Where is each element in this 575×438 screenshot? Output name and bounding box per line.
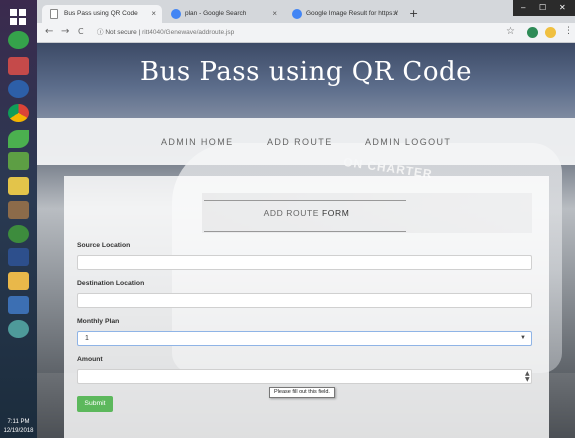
hs-icon[interactable] [8, 225, 29, 243]
start-icon[interactable] [10, 9, 26, 25]
amount-label: Amount [77, 356, 103, 363]
heading-rule-top [204, 200, 406, 201]
close-tab-icon[interactable]: × [272, 5, 277, 23]
url-text: ritt4040/Genewave/addroute.jsp [142, 29, 235, 36]
menu-icon[interactable]: ⋮ [564, 26, 573, 36]
dropdown-caret-icon: ▼ [520, 335, 526, 341]
nav-add-route[interactable]: ADD ROUTE [267, 137, 333, 147]
close-window-button[interactable]: ✕ [559, 3, 566, 12]
monthly-plan-select[interactable]: 1 ▼ [77, 331, 532, 346]
maximize-button[interactable]: ☐ [539, 3, 546, 12]
minimize-button[interactable]: – [521, 3, 525, 12]
globe-icon[interactable] [8, 320, 29, 338]
window-controls: – ☐ ✕ [513, 0, 575, 16]
bookmark-star-icon[interactable]: ☆ [506, 26, 515, 37]
validation-tooltip: Please fill out this field. [269, 387, 335, 398]
form-heading-strong: FORM [321, 208, 350, 218]
amount-spinner-icon[interactable]: ▲ ▼ [525, 371, 545, 383]
submit-button[interactable]: Submit [77, 396, 113, 412]
leaf-icon[interactable] [8, 130, 29, 148]
tab-title: Bus Pass using QR Code [64, 10, 138, 17]
tools-icon[interactable] [8, 152, 29, 170]
tab-title: Google Image Result for https:// [306, 10, 398, 17]
chrome-icon[interactable] [8, 104, 29, 122]
monthly-plan-label: Monthly Plan [77, 318, 120, 325]
heading-rule-bottom [204, 231, 406, 232]
google-icon [171, 9, 181, 19]
nav-admin-logout[interactable]: ADMIN LOGOUT [365, 137, 451, 147]
books-icon[interactable] [8, 177, 29, 195]
destination-location-label: Destination Location [77, 280, 145, 287]
extension-icon[interactable] [527, 27, 538, 38]
notes-icon[interactable] [8, 296, 29, 314]
back-button[interactable]: ← [45, 26, 53, 38]
page-icon [50, 9, 58, 19]
tab-strip: Bus Pass using QR Code × plan - Google S… [37, 0, 575, 23]
nav-admin-home[interactable]: ADMIN HOME [161, 137, 234, 147]
google-icon [292, 9, 302, 19]
form-heading: ADD ROUTE FORM [64, 208, 549, 218]
amount-input[interactable] [77, 369, 532, 384]
forward-button[interactable]: → [61, 26, 69, 38]
source-location-input[interactable] [77, 255, 532, 270]
browser-chrome: Bus Pass using QR Code × plan - Google S… [37, 0, 575, 43]
new-tab-button[interactable]: + [409, 8, 418, 19]
hero-banner: Bus Pass using QR Code [37, 43, 575, 118]
destination-location-input[interactable] [77, 293, 532, 308]
windows-taskbar: 7:11 PM 12/19/2018 [0, 0, 37, 438]
tab-title: plan - Google Search [185, 10, 247, 17]
taskbar-clock-time[interactable]: 7:11 PM [0, 418, 37, 426]
tab-bus-pass[interactable]: Bus Pass using QR Code × [42, 5, 162, 23]
tab-google-search[interactable]: plan - Google Search × [163, 5, 283, 23]
add-route-form: ADD ROUTE FORM Source Location Destinati… [64, 176, 549, 438]
main-navigation: ADMIN HOME ADD ROUTE ADMIN LOGOUT [37, 118, 575, 165]
site-title: Bus Pass using QR Code [139, 57, 473, 87]
folder-icon[interactable] [8, 272, 29, 290]
pen-icon[interactable] [8, 248, 29, 266]
reload-button[interactable]: C [78, 26, 84, 38]
close-tab-icon[interactable]: × [151, 5, 156, 23]
security-label: Not secure [105, 29, 137, 36]
form-heading-light: ADD ROUTE [263, 208, 322, 218]
close-tab-icon[interactable]: × [393, 5, 398, 23]
source-location-label: Source Location [77, 242, 131, 249]
profile-icon[interactable] [545, 27, 556, 38]
media-icon[interactable] [8, 80, 29, 98]
browser-toolbar: ← → C ⓘ Not secure | ritt4040/Genewave/a… [37, 23, 575, 43]
app-icon[interactable] [8, 31, 29, 49]
address-bar[interactable]: ⓘ Not secure | ritt4040/Genewave/addrout… [97, 26, 527, 40]
people-icon[interactable] [8, 201, 29, 219]
web-page: Bus Pass using QR Code ON CHARTER ADMIN … [37, 43, 575, 438]
taskbar-clock-date[interactable]: 12/19/2018 [0, 427, 37, 435]
monthly-plan-value: 1 [85, 335, 89, 342]
paint-icon[interactable] [8, 57, 29, 75]
tab-google-image[interactable]: Google Image Result for https:// × [284, 5, 404, 23]
